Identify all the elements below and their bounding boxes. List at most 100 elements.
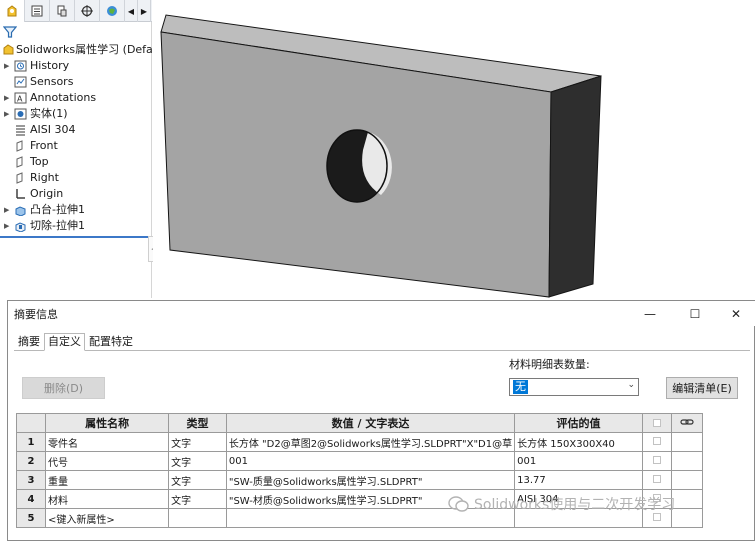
tree-item-label: History [30, 59, 70, 72]
tree-item-top-plane[interactable]: Top [0, 154, 152, 170]
graphics-viewport[interactable] [153, 0, 755, 300]
table-row[interactable]: 3 重量 文字 "SW-质量@Solidworks属性学习.SLDPRT" 13… [15, 470, 703, 490]
property-name-cell[interactable]: 零件名 [45, 432, 170, 452]
tree-item-label: Sensors [30, 75, 74, 88]
property-type-cell[interactable]: 文字 [168, 451, 227, 471]
expand-arrow-icon[interactable]: ▶ [4, 218, 12, 234]
expand-arrow-icon[interactable]: ▶ [4, 106, 12, 122]
crosshair-icon [81, 5, 93, 17]
tree-item-origin[interactable]: Origin [0, 186, 152, 202]
bom-quantity-label: 材料明细表数量: [509, 358, 590, 371]
new-property-cell[interactable]: <键入新属性> [45, 508, 170, 528]
tree-item-material[interactable]: AISI 304 [0, 122, 152, 138]
tab-custom[interactable]: 自定义 [44, 333, 85, 351]
tab-configuration-specific[interactable]: 配置特定 [85, 333, 137, 351]
row-number[interactable]: 3 [15, 470, 47, 490]
dialog-titlebar[interactable]: 摘要信息 — ☐ ✕ [8, 301, 755, 326]
tree-item-front-plane[interactable]: Front [0, 138, 152, 154]
material-icon [16, 125, 25, 136]
filter-icon[interactable] [3, 25, 17, 39]
delete-button[interactable]: 删除(D) [22, 377, 105, 399]
evaluated-value-cell: 长方体 150X300X40 [514, 432, 643, 452]
property-type-cell[interactable]: 文字 [168, 470, 227, 490]
plane-icon [16, 140, 23, 152]
tree-item-solid-bodies[interactable]: ▶ 实体(1) [0, 106, 152, 122]
row-number[interactable]: 1 [15, 432, 47, 452]
property-name-cell[interactable]: 材料 [45, 489, 170, 509]
checkbox[interactable] [652, 418, 661, 427]
checkbox-cell[interactable] [641, 470, 673, 490]
feature-manager-pane: ◀ ▶ Solidworks属性学习 (Default ▶ History Se… [0, 0, 167, 298]
solidworks-window: ◀ ▶ Solidworks属性学习 (Default ▶ History Se… [0, 0, 755, 300]
property-name-cell[interactable]: 重量 [45, 470, 170, 490]
property-type-cell[interactable] [168, 508, 227, 528]
tree-root-part[interactable]: Solidworks属性学习 (Default [0, 42, 167, 58]
row-number[interactable]: 2 [15, 451, 47, 471]
tree-item-history[interactable]: ▶ History [0, 58, 152, 74]
tree-item-boss-extrude[interactable]: ▶ 凸台-拉伸1 [0, 202, 152, 218]
link-cell[interactable] [671, 451, 703, 471]
feature-manager-tab[interactable] [0, 0, 25, 22]
row-number[interactable]: 4 [15, 489, 47, 509]
bom-quantity-select[interactable]: 无 ⌄ [509, 378, 639, 396]
wechat-icon [448, 496, 469, 512]
maximize-button[interactable]: ☐ [675, 301, 715, 326]
tree-item-cut-extrude[interactable]: ▶ 切除-拉伸1 [0, 218, 152, 234]
solid-body-folder-icon [14, 108, 27, 120]
bom-quantity-value: 无 [513, 380, 528, 394]
table-row[interactable]: 1 零件名 文字 长方体 "D2@草图2@Solidworks属性学习.SLDP… [15, 432, 703, 452]
col-header-name[interactable]: 属性名称 [45, 413, 170, 433]
tabs-scroll-left[interactable]: ◀ [125, 0, 138, 22]
col-header-value[interactable]: 数值 / 文字表达 [225, 413, 516, 433]
expand-arrow-icon[interactable]: ▶ [4, 90, 12, 106]
configuration-manager-tab[interactable] [50, 0, 75, 22]
row-number-header [15, 413, 47, 433]
checkbox[interactable] [652, 436, 661, 445]
tree-item-label: Front [30, 139, 58, 152]
link-cell[interactable] [671, 470, 703, 490]
expand-arrow-icon[interactable]: ▶ [4, 58, 12, 74]
display-manager-tab[interactable] [100, 0, 125, 22]
expand-arrow-icon[interactable]: ▶ [4, 202, 12, 218]
property-manager-tab[interactable] [25, 0, 50, 22]
feature-tree: Solidworks属性学习 (Default ▶ History Sensor… [0, 42, 167, 234]
tree-item-annotations[interactable]: ▶ A Annotations [0, 90, 152, 106]
property-value-cell[interactable]: 001 [225, 451, 516, 471]
rollback-bar[interactable] [0, 236, 152, 238]
checkbox[interactable] [652, 474, 661, 483]
property-type-cell[interactable]: 文字 [168, 489, 227, 509]
checkbox[interactable] [652, 455, 661, 464]
table-row[interactable]: 2 代号 文字 001 001 [15, 451, 703, 471]
link-cell[interactable] [671, 432, 703, 452]
part-icon [3, 44, 14, 55]
minimize-button[interactable]: — [630, 301, 670, 326]
tabs-scroll-right[interactable]: ▶ [138, 0, 151, 22]
col-header-evaluated[interactable]: 评估的值 [514, 413, 643, 433]
tree-item-label: 凸台-拉伸1 [30, 203, 85, 216]
tab-summary[interactable]: 摘要 [14, 333, 44, 351]
property-type-cell[interactable]: 文字 [168, 432, 227, 452]
checkbox-cell[interactable] [641, 432, 673, 452]
display-manager-icon [107, 6, 117, 16]
tree-item-right-plane[interactable]: Right [0, 170, 152, 186]
property-value-cell[interactable]: "SW-质量@Solidworks属性学习.SLDPRT" [225, 470, 516, 490]
configuration-icon [57, 5, 67, 17]
col-header-link[interactable] [671, 413, 703, 433]
checkbox-cell[interactable] [641, 451, 673, 471]
edit-list-button[interactable]: 编辑清单(E) [666, 377, 738, 399]
link-cell[interactable] [671, 489, 703, 509]
property-value-cell[interactable]: 长方体 "D2@草图2@Solidworks属性学习.SLDPRT"X"D1@草 [225, 432, 516, 452]
link-cell[interactable] [671, 508, 703, 528]
dimxpert-manager-tab[interactable] [75, 0, 100, 22]
col-header-type[interactable]: 类型 [168, 413, 227, 433]
close-button[interactable]: ✕ [716, 301, 755, 326]
watermark-text: Solidworks使用与二次开发学习 [474, 497, 676, 513]
tree-item-sensors[interactable]: Sensors [0, 74, 152, 90]
tree-item-label: 实体(1) [30, 107, 68, 120]
dialog-tabs: 摘要 自定义 配置特定 [14, 333, 137, 351]
property-name-cell[interactable]: 代号 [45, 451, 170, 471]
origin-icon [16, 189, 25, 199]
tree-item-label: Origin [30, 187, 64, 200]
row-number[interactable]: 5 [15, 508, 47, 528]
col-header-checkbox[interactable] [641, 413, 673, 433]
